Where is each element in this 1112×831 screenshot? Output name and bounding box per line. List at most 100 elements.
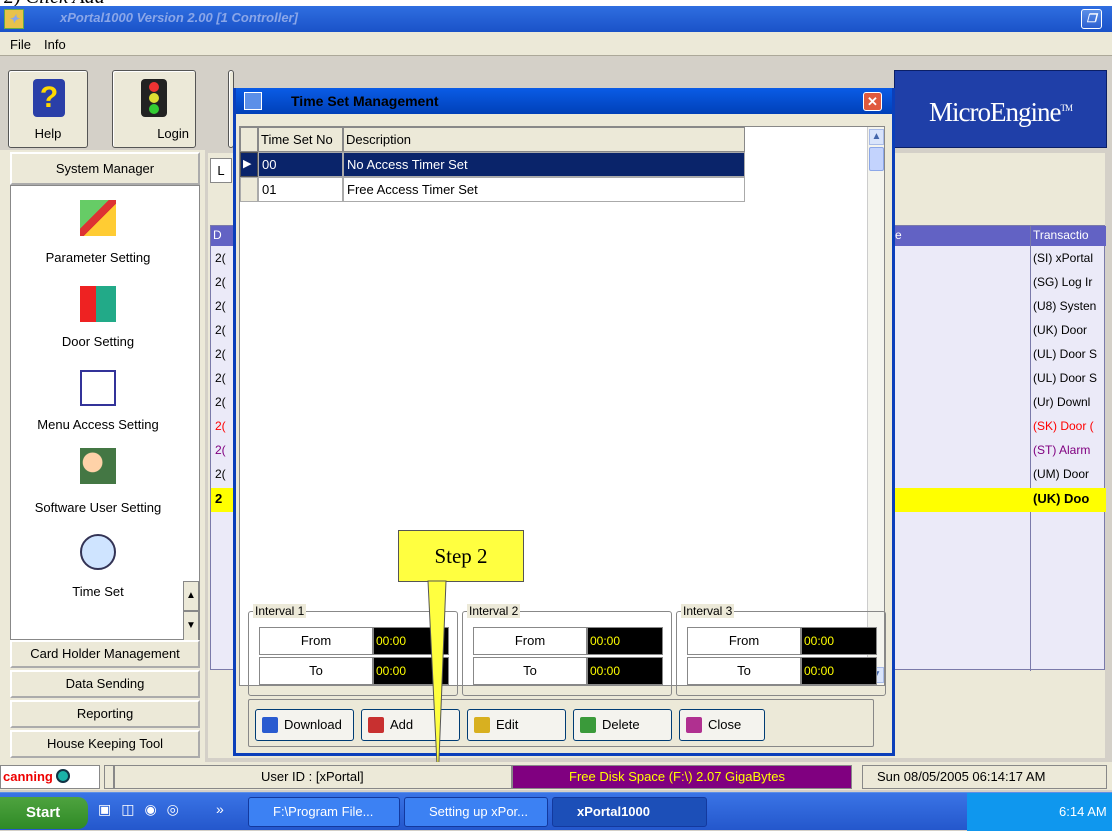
nav-card-holder-management[interactable]: Card Holder Management xyxy=(10,640,200,668)
close-button[interactable]: Close xyxy=(679,709,765,741)
grid-scrollbar[interactable]: ▲ ▼ xyxy=(867,127,884,685)
step-2-callout: Step 2 xyxy=(398,530,524,582)
start-button[interactable]: Start xyxy=(0,797,88,829)
clock[interactable]: 6:14 AM xyxy=(1059,804,1107,819)
column-d: D xyxy=(213,228,222,242)
transaction-cell: (U8) Systen xyxy=(1033,299,1097,313)
login-label: Login xyxy=(157,126,189,141)
scroll-thumb[interactable] xyxy=(869,147,884,171)
download-label: Download xyxy=(284,717,342,732)
system-tray: 6:14 AM xyxy=(967,793,1112,831)
sidebar-item-parameter-setting[interactable]: Parameter Setting xyxy=(11,250,185,265)
help-button[interactable]: ? Help xyxy=(8,70,88,148)
menu-file[interactable]: File xyxy=(10,37,31,52)
from-label: From xyxy=(687,627,801,655)
column-description[interactable]: Description xyxy=(343,127,745,152)
sidebar-item-time-set[interactable]: Time Set xyxy=(11,584,185,599)
transaction-cell: (SG) Log Ir xyxy=(1033,275,1093,289)
scroll-up-icon[interactable]: ▲ xyxy=(869,129,884,145)
to-label: To xyxy=(687,657,801,685)
column-e: e xyxy=(895,228,902,242)
sidebar-item-menu-access-setting[interactable]: Menu Access Setting xyxy=(11,417,185,432)
date-cell: 2( xyxy=(215,467,226,481)
interval-3-from-field[interactable]: 00:00 xyxy=(801,627,877,655)
status-indicator-icon xyxy=(56,769,71,783)
dialog-close-icon[interactable]: ✕ xyxy=(863,92,882,111)
close-label: Close xyxy=(708,717,742,732)
date-cell: 2( xyxy=(215,323,226,337)
add-icon xyxy=(368,717,384,733)
interval-3-label: Interval 3 xyxy=(681,604,735,618)
dialog-title: Time Set Management xyxy=(291,93,439,109)
date-cell: 2( xyxy=(215,395,226,409)
traffic-light-icon xyxy=(141,79,167,117)
interval-2-from-field[interactable]: 00:00 xyxy=(587,627,663,655)
task-setting-up[interactable]: Setting up xPor... xyxy=(404,797,548,827)
from-label: From xyxy=(259,627,373,655)
title-bar: ✦ xPortal1000 Version 2.00 [1 Controller… xyxy=(0,6,1112,32)
nav-house-keeping-tool[interactable]: House Keeping Tool xyxy=(10,730,200,758)
transaction-cell: (UL) Door S xyxy=(1033,347,1098,361)
interval-3-group: Interval 3 From 00:00 To 00:00 xyxy=(676,604,886,696)
transaction-cell: (UK) Doo xyxy=(1033,491,1090,506)
start-label: Start xyxy=(26,804,61,821)
task-xportal1000[interactable]: xPortal1000 xyxy=(552,797,707,827)
date-cell: 2( xyxy=(215,419,226,433)
quick-launch[interactable]: ▣◫◉◎ xyxy=(98,801,188,823)
nav-reporting[interactable]: Reporting xyxy=(10,700,200,728)
description-cell[interactable]: No Access Timer Set xyxy=(343,152,745,177)
scroll-down-icon[interactable]: ▼ xyxy=(183,611,199,641)
column-time-set-no[interactable]: Time Set No xyxy=(258,127,343,152)
login-button[interactable]: Login xyxy=(112,70,196,148)
disk-space-status: Free Disk Space (F:\) 2.07 GigaBytes xyxy=(512,765,852,789)
help-icon: ? xyxy=(33,79,65,117)
close-door-icon xyxy=(686,717,702,733)
time-set-no-cell[interactable]: 01 xyxy=(258,177,343,202)
sidebar-item-software-user-setting[interactable]: Software User Setting xyxy=(11,500,185,515)
sidebar-item-door-setting[interactable]: Door Setting xyxy=(11,334,185,349)
restore-button[interactable]: ❐ xyxy=(1081,9,1102,29)
delete-label: Delete xyxy=(602,717,640,732)
clock-icon xyxy=(80,534,116,570)
system-manager-button[interactable]: System Manager xyxy=(10,152,200,185)
interval-2-to-field[interactable]: 00:00 xyxy=(587,657,663,685)
transaction-cell: (ST) Alarm xyxy=(1033,443,1091,457)
date-cell: 2( xyxy=(215,275,226,289)
nav-data-sending[interactable]: Data Sending xyxy=(10,670,200,698)
scanning-status: canning xyxy=(0,765,100,789)
help-label: Help xyxy=(34,126,62,141)
parameter-icon xyxy=(80,200,116,236)
to-label: To xyxy=(259,657,373,685)
tab-l[interactable]: L xyxy=(210,158,232,183)
date-cell: 2( xyxy=(215,251,226,265)
microengine-logo: MicroEngineTM xyxy=(894,70,1107,148)
description-cell[interactable]: Free Access Timer Set xyxy=(343,177,745,202)
menu-info[interactable]: Info xyxy=(44,37,66,52)
interval-3-to-field[interactable]: 00:00 xyxy=(801,657,877,685)
transaction-cell: (UK) Door xyxy=(1033,323,1088,337)
status-divider xyxy=(104,765,114,789)
row-header[interactable] xyxy=(240,177,258,202)
user-id-status: User ID : [xPortal] xyxy=(114,765,512,789)
sidebar-scrollbar[interactable]: ▲ ▼ xyxy=(183,581,199,641)
delete-icon xyxy=(580,717,596,733)
system-manager-list: Parameter Setting Door Setting Menu Acce… xyxy=(10,185,200,641)
time-set-management-dialog: Time Set Management ✕ Time Set No Descri… xyxy=(233,88,895,756)
delete-button[interactable]: Delete xyxy=(573,709,672,741)
door-icon xyxy=(80,286,116,322)
scanning-label: canning xyxy=(3,769,53,784)
datetime-status: Sun 08/05/2005 06:14:17 AM xyxy=(862,765,1107,789)
transaction-cell: (SK) Door ( xyxy=(1033,419,1094,433)
transaction-cell: (Ur) Downl xyxy=(1033,395,1091,409)
download-button[interactable]: Download xyxy=(255,709,354,741)
time-set-grid: Time Set No Description ▶ 00 No Access T… xyxy=(239,126,885,686)
scroll-up-icon[interactable]: ▲ xyxy=(183,581,199,611)
time-set-no-cell[interactable]: 00 xyxy=(258,152,343,177)
grid-corner xyxy=(240,127,258,152)
date-cell: 2 xyxy=(215,491,223,506)
date-cell: 2( xyxy=(215,371,226,385)
callout-pointer xyxy=(427,580,447,786)
taskbar-more[interactable]: » xyxy=(216,801,224,817)
menu-bar: File Info xyxy=(0,32,1112,56)
task-program-files[interactable]: F:\Program File... xyxy=(248,797,400,827)
